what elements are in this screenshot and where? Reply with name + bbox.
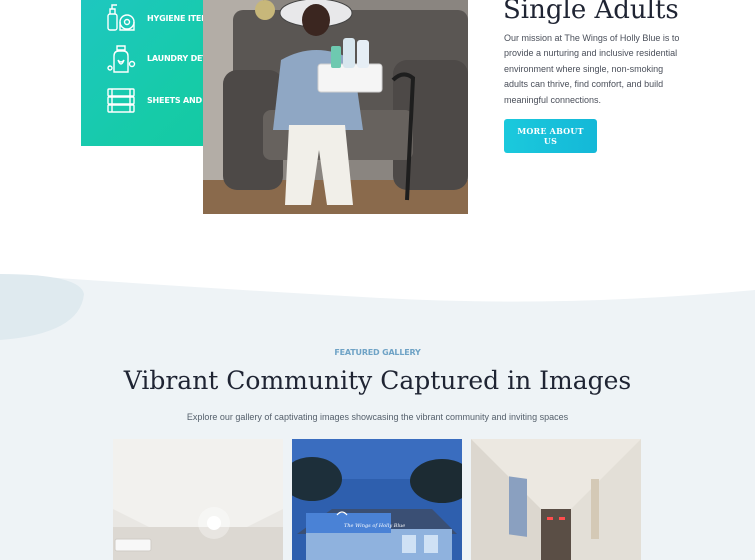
gallery-title: Vibrant Community Captured in Images <box>123 366 632 395</box>
gallery-image-room[interactable] <box>113 439 283 560</box>
intro-title: Single Adults <box>503 0 679 25</box>
decorative-blob <box>0 274 84 340</box>
more-about-us-button[interactable]: MORE ABOUT US <box>504 119 597 153</box>
wave-divider <box>0 268 755 302</box>
house-sign-text: The Wings of Holly Blue <box>344 523 405 529</box>
intro-text: Our mission at The Wings of Holly Blue i… <box>504 33 680 105</box>
hygiene-items-icon <box>107 4 135 31</box>
gallery-image-house[interactable]: The Wings of Holly Blue <box>292 439 462 560</box>
gallery-subtitle: Explore our gallery of captivating image… <box>186 412 569 422</box>
gallery-eyebrow: FEATURED GALLERY <box>334 348 421 357</box>
gallery-image-hallway[interactable] <box>471 439 641 560</box>
amenity-item-hygiene: HYGIENE ITEMS <box>105 2 215 34</box>
sheets-linens-icon <box>107 88 135 113</box>
resident-photo <box>203 0 468 214</box>
laundry-detergent-icon <box>107 45 136 73</box>
gallery-section: FEATURED GALLERY Vibrant Community Captu… <box>0 268 755 560</box>
